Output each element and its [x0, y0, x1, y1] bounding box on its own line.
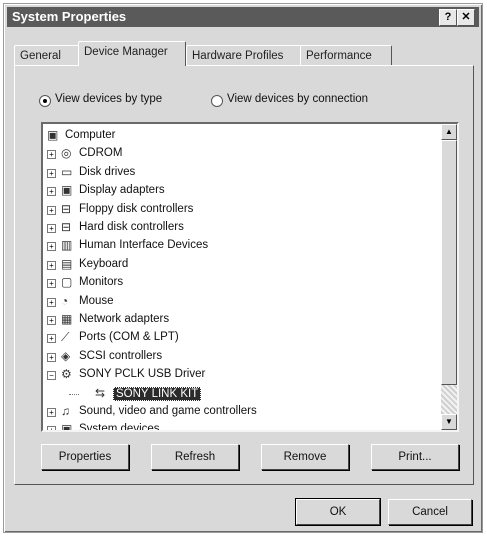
disk-drive-icon: ▭ — [61, 164, 73, 179]
scsi-icon: ◈ — [61, 348, 71, 363]
expand-icon[interactable]: + — [47, 224, 56, 233]
usb-driver-icon: ⚙ — [61, 367, 72, 382]
expand-icon[interactable]: + — [47, 279, 56, 289]
tree-item-label: CDROM — [79, 147, 123, 160]
scroll-down-button[interactable]: ▼ — [441, 414, 457, 430]
tree-item-label: Hard disk controllers — [79, 221, 184, 233]
keyboard-icon: ▤ — [61, 256, 73, 271]
hard-disk-controller-icon: ⊟ — [61, 220, 72, 234]
window-title: System Properties — [12, 9, 127, 24]
tree-item-label: Mouse — [79, 294, 114, 307]
network-adapter-icon: ▦ — [61, 312, 73, 326]
cdrom-icon: ◎ — [61, 146, 72, 161]
device-manager-panel: View devices by type View devices by con… — [14, 65, 474, 485]
scroll-thumb[interactable] — [441, 140, 457, 385]
tree-root-label: Computer — [65, 129, 116, 141]
cancel-button[interactable]: Cancel — [388, 499, 472, 525]
tree-item-label: Disk drives — [79, 165, 136, 178]
computer-icon: ▣ — [47, 128, 59, 142]
help-button[interactable]: ? — [439, 9, 457, 26]
scroll-up-button[interactable]: ▲ — [441, 124, 457, 140]
tree-item-label: Display adapters — [79, 184, 165, 197]
close-button[interactable]: ✕ — [457, 9, 475, 26]
system-properties-window: System Properties ? ✕ General Device Man… — [3, 3, 483, 533]
tab-performance[interactable]: Performance — [300, 45, 392, 66]
tree-item-label: Floppy disk controllers — [79, 202, 194, 215]
tree-item-label: Sound, video and game controllers — [79, 405, 257, 417]
expand-icon[interactable]: + — [47, 352, 56, 362]
display-adapter-icon: ▣ — [61, 183, 73, 198]
ok-button[interactable]: OK — [295, 498, 381, 526]
title-bar[interactable]: System Properties ? ✕ — [7, 7, 479, 27]
tab-strip: General Device Manager Hardware Profiles… — [14, 38, 474, 66]
tree-item-label: Monitors — [79, 276, 124, 289]
view-by-connection-label: View devices by connection — [227, 93, 369, 105]
view-by-type-label: View devices by type — [55, 93, 163, 105]
tree-item-label: Keyboard — [79, 257, 129, 270]
tree-item-label: System devices — [79, 423, 160, 432]
view-by-type-radio[interactable] — [39, 95, 51, 107]
expand-icon[interactable]: + — [47, 242, 56, 252]
expand-icon[interactable]: + — [47, 168, 56, 178]
tree-item-label: SONY PCLK USB Driver — [79, 368, 206, 381]
expand-icon[interactable]: + — [47, 426, 56, 430]
properties-button[interactable]: Properties — [41, 444, 129, 470]
remove-button[interactable]: Remove — [261, 444, 349, 470]
view-by-connection-radio[interactable] — [211, 95, 223, 107]
device-tree-list: ▣ Computer + ◎ CDROM + ▭ Disk drives + ▣ Display… — [43, 124, 440, 430]
floppy-controller-icon: ⊟ — [61, 201, 72, 216]
tree-connector — [69, 393, 79, 395]
refresh-button[interactable]: Refresh — [151, 444, 239, 470]
tree-item-label: SCSI controllers — [79, 349, 163, 362]
expand-icon[interactable]: + — [47, 205, 56, 215]
tab-general[interactable]: General — [14, 45, 80, 66]
expand-icon[interactable]: + — [47, 150, 56, 160]
expand-icon[interactable]: + — [47, 316, 56, 325]
expand-icon[interactable]: + — [47, 297, 56, 307]
expand-icon[interactable]: + — [47, 187, 56, 197]
tab-device-manager[interactable]: Device Manager — [78, 41, 186, 66]
tree-item-label: Ports (COM & LPT) — [79, 331, 179, 344]
expand-icon[interactable]: + — [47, 260, 56, 270]
system-device-icon: ▣ — [61, 422, 73, 432]
expand-icon[interactable]: + — [47, 408, 56, 417]
monitor-icon: ▢ — [61, 275, 73, 290]
tree-item-label: Network adapters — [79, 313, 170, 325]
tab-hardware-profiles[interactable]: Hardware Profiles — [186, 45, 302, 66]
device-tree-scrollbar[interactable]: ▲ ▼ — [441, 124, 457, 430]
tree-item-label: Human Interface Devices — [79, 239, 209, 252]
port-icon: ⟋ — [61, 330, 70, 345]
print-button[interactable]: Print... — [371, 444, 459, 470]
usb-device-icon: ⇆ — [95, 385, 106, 400]
sound-controller-icon: ♫ — [61, 404, 70, 418]
selected-tree-item-label: SONY LINK KIT — [113, 386, 202, 401]
hid-icon: ▥ — [61, 238, 73, 253]
mouse-icon: ◔ — [61, 293, 69, 308]
collapse-icon[interactable]: − — [47, 371, 56, 381]
expand-icon[interactable]: + — [47, 334, 56, 344]
device-tree[interactable]: ▣ Computer + ◎ CDROM + ▭ Disk drives + ▣ Display… — [41, 122, 459, 432]
